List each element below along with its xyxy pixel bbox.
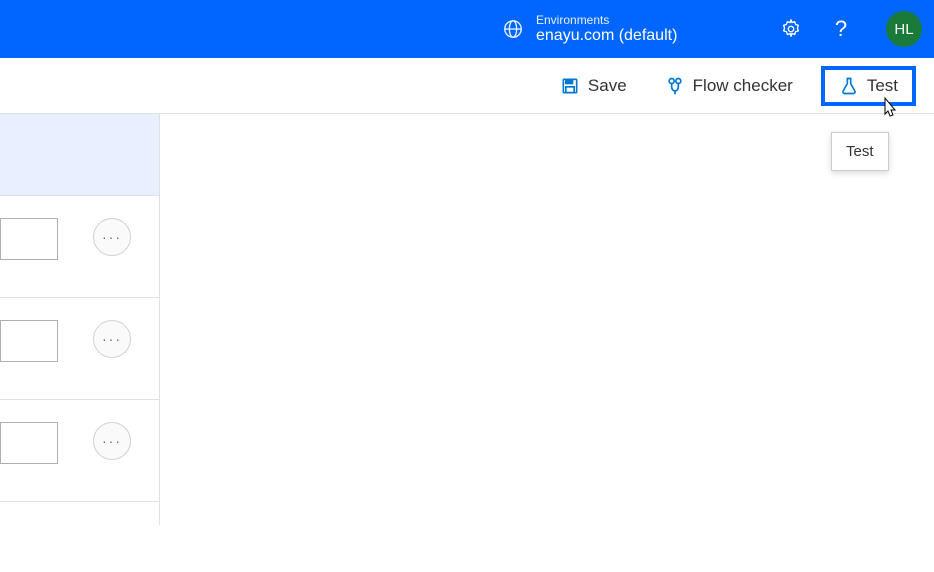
- test-tooltip: Test: [831, 132, 889, 171]
- action-input[interactable]: [0, 422, 58, 464]
- environment-text: Environments enayu.com (default): [536, 14, 677, 45]
- flow-checker-icon: [665, 76, 685, 96]
- action-more-button[interactable]: ···: [93, 422, 131, 460]
- environment-icon: [502, 18, 524, 40]
- environment-value: enayu.com (default): [536, 27, 677, 45]
- tooltip-text: Test: [846, 143, 874, 160]
- user-avatar[interactable]: HL: [886, 11, 922, 47]
- flow-checker-button[interactable]: Flow checker: [655, 70, 803, 102]
- flow-trigger-card[interactable]: [0, 114, 159, 196]
- test-label: Test: [867, 76, 898, 96]
- settings-icon[interactable]: [780, 18, 802, 40]
- action-input[interactable]: [0, 320, 58, 362]
- save-label: Save: [588, 76, 627, 96]
- save-icon: [560, 76, 580, 96]
- flow-canvas: ··· ··· ···: [0, 114, 160, 525]
- app-header: Environments enayu.com (default) ? HL: [0, 0, 934, 58]
- header-actions: ? HL: [780, 11, 922, 47]
- action-more-button[interactable]: ···: [93, 218, 131, 256]
- save-button[interactable]: Save: [550, 70, 637, 102]
- environments-label: Environments: [536, 14, 677, 27]
- test-button[interactable]: Test: [821, 66, 916, 106]
- help-icon[interactable]: ?: [830, 18, 852, 40]
- flow-action-card[interactable]: ···: [0, 196, 159, 298]
- action-more-button[interactable]: ···: [93, 320, 131, 358]
- action-input[interactable]: [0, 218, 58, 260]
- test-flask-icon: [839, 76, 859, 96]
- avatar-initials: HL: [894, 21, 913, 38]
- flow-action-card[interactable]: [0, 502, 159, 572]
- flow-action-card[interactable]: ···: [0, 400, 159, 502]
- command-bar: Save Flow checker Test: [0, 58, 934, 114]
- flow-action-card[interactable]: ···: [0, 298, 159, 400]
- flow-checker-label: Flow checker: [693, 76, 793, 96]
- environment-selector[interactable]: Environments enayu.com (default): [502, 14, 677, 45]
